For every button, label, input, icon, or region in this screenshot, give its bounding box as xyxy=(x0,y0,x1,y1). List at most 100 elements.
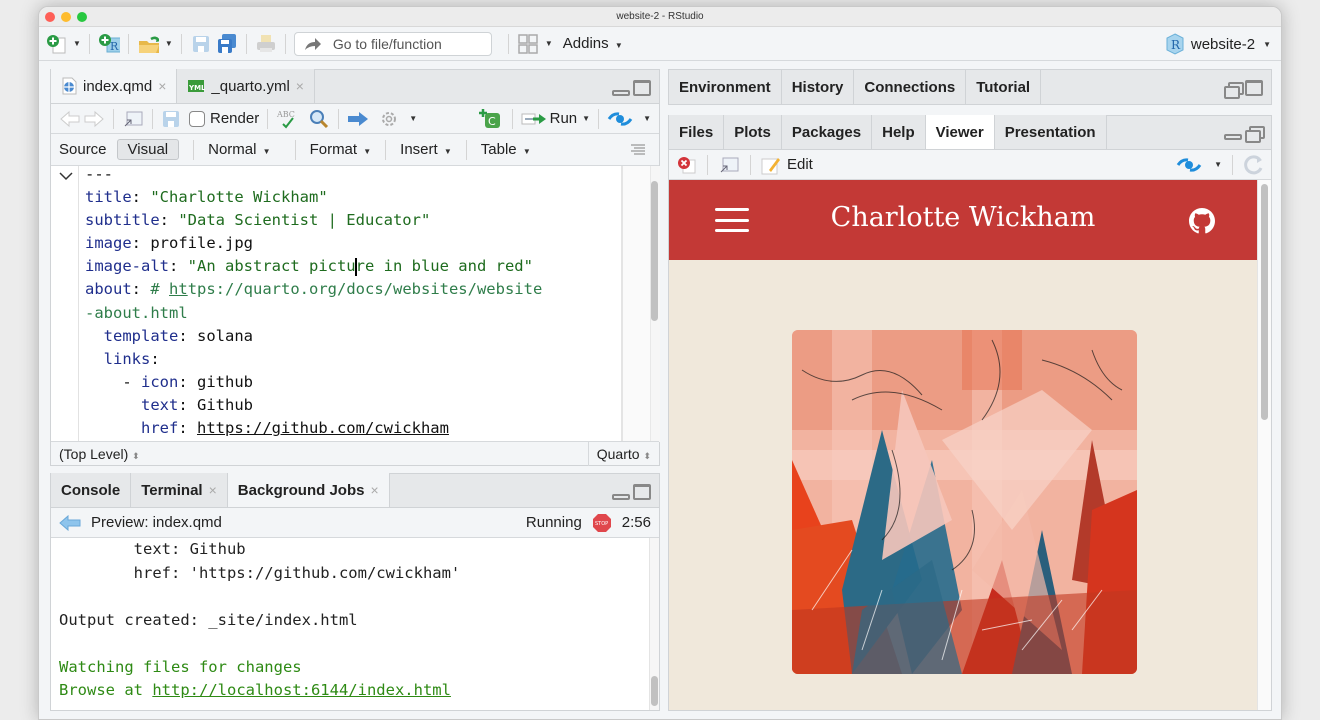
save-button[interactable] xyxy=(190,33,212,55)
goto-file-function-input[interactable]: Go to file/function xyxy=(293,31,492,56)
code-token: : xyxy=(131,188,151,207)
console-scrollbar[interactable] xyxy=(649,538,659,710)
open-file-button[interactable] xyxy=(137,33,159,55)
code-token: https://github.com/cwickham xyxy=(197,419,449,438)
tab-packages[interactable]: Packages xyxy=(781,115,873,149)
job-name: Preview: index.qmd xyxy=(91,514,222,531)
viewer-scrollbar[interactable] xyxy=(1257,180,1271,710)
open-file-dropdown[interactable]: ▼ xyxy=(165,39,173,48)
save-all-button[interactable] xyxy=(216,33,238,55)
tab-plots[interactable]: Plots xyxy=(724,115,782,149)
checkbox-box[interactable] xyxy=(189,110,205,127)
settings-gear-icon[interactable] xyxy=(379,109,399,129)
pane-layout-dropdown[interactable]: ▼ xyxy=(545,39,553,48)
maximize-pane-button[interactable] xyxy=(1245,80,1263,96)
edit-button[interactable]: Edit xyxy=(761,155,813,175)
code-token: about xyxy=(85,280,132,299)
svg-text:R: R xyxy=(1171,38,1181,52)
minimize-pane-button[interactable] xyxy=(612,494,630,500)
document-outline-icon[interactable] xyxy=(629,143,647,157)
pane-layout-button[interactable] xyxy=(517,33,539,55)
fold-chevron-icon[interactable] xyxy=(59,171,73,181)
format-menu[interactable]: Format ▼ xyxy=(310,141,372,158)
print-button[interactable] xyxy=(255,33,277,55)
tab-history[interactable]: History xyxy=(781,70,855,104)
save-icon xyxy=(192,35,209,52)
close-tab-icon[interactable]: × xyxy=(296,78,304,94)
svg-text:R: R xyxy=(110,40,119,53)
close-tab-icon[interactable]: × xyxy=(209,482,217,498)
tab-terminal[interactable]: Terminal × xyxy=(131,473,228,507)
insert-menu[interactable]: Insert ▼ xyxy=(400,141,452,158)
tab-quarto-yml[interactable]: YML _quarto.yml × xyxy=(177,69,315,103)
open-folder-icon xyxy=(138,36,159,53)
tab-console[interactable]: Console xyxy=(51,473,132,507)
publish-dropdown[interactable]: ▼ xyxy=(643,114,651,123)
maximize-pane-button[interactable] xyxy=(633,80,651,96)
run-button[interactable]: Run ▼ xyxy=(521,110,590,127)
editor-scroll-thumb[interactable] xyxy=(651,181,658,321)
code-tools-icon[interactable] xyxy=(347,110,371,128)
scope-selector[interactable]: (Top Level) ⬍ xyxy=(59,446,140,462)
tab-index-qmd[interactable]: index.qmd × xyxy=(51,69,178,103)
stop-job-icon[interactable]: STOP xyxy=(592,513,612,533)
new-file-button[interactable] xyxy=(45,33,67,55)
viewer-frame[interactable]: Charlotte Wickham xyxy=(669,180,1257,710)
save-icon[interactable] xyxy=(161,109,181,129)
insert-chunk-icon[interactable]: C xyxy=(478,108,504,130)
publish-icon[interactable] xyxy=(1176,156,1202,174)
code-token: re in blue and red" xyxy=(355,257,533,276)
restore-pane-button[interactable] xyxy=(1224,82,1244,99)
find-replace-icon[interactable] xyxy=(308,108,330,130)
viewer-pane: Files Plots Packages Help Viewer Present… xyxy=(668,115,1272,711)
publish-icon[interactable] xyxy=(607,110,633,128)
code-editor[interactable]: --- title: "Charlotte Wickham" subtitle: "… xyxy=(51,165,621,442)
back-forward-icon[interactable] xyxy=(59,110,105,128)
paragraph-style-menu[interactable]: Normal ▼ xyxy=(208,141,270,158)
source-mode-button[interactable]: Source xyxy=(59,141,107,158)
code-token: href xyxy=(85,419,179,438)
new-project-button[interactable]: R xyxy=(98,33,120,55)
show-in-window-icon[interactable] xyxy=(122,110,144,128)
tab-background-jobs[interactable]: Background Jobs × xyxy=(227,473,390,507)
tab-files[interactable]: Files xyxy=(669,115,725,149)
close-tab-icon[interactable]: × xyxy=(370,482,378,498)
render-on-save-checkbox[interactable]: Render xyxy=(189,110,259,127)
project-menu[interactable]: R website-2 ▼ xyxy=(1165,33,1271,55)
source-toolbar: Render ABC ▼ C Run ▼ ▼ xyxy=(51,104,659,134)
spellcheck-icon[interactable]: ABC xyxy=(276,108,300,130)
clear-viewer-icon[interactable] xyxy=(677,156,697,174)
tab-environment[interactable]: Environment xyxy=(669,70,782,104)
back-arrow-icon[interactable] xyxy=(59,514,81,531)
console-scroll-thumb[interactable] xyxy=(651,676,658,706)
source-pane: index.qmd × YML _quarto.yml × Render ABC… xyxy=(50,69,660,466)
new-file-dropdown[interactable]: ▼ xyxy=(73,39,81,48)
tab-connections[interactable]: Connections xyxy=(854,70,967,104)
visual-mode-button[interactable]: Visual xyxy=(116,139,180,160)
addins-menu[interactable]: Addins ▼ xyxy=(563,35,623,52)
tab-tutorial[interactable]: Tutorial xyxy=(966,70,1042,104)
tab-presentation[interactable]: Presentation xyxy=(994,115,1107,149)
maximize-pane-button[interactable] xyxy=(633,484,651,500)
settings-dropdown[interactable]: ▼ xyxy=(409,114,417,123)
minimize-pane-button[interactable] xyxy=(1224,134,1242,140)
refresh-icon[interactable] xyxy=(1243,154,1265,176)
minimize-pane-button[interactable] xyxy=(612,90,630,96)
viewer-scroll-thumb[interactable] xyxy=(1261,184,1268,420)
tab-viewer[interactable]: Viewer xyxy=(925,115,995,149)
github-icon[interactable] xyxy=(1189,208,1215,234)
abstract-artwork xyxy=(792,330,1137,674)
localhost-link[interactable]: http://localhost:6144/index.html xyxy=(152,681,451,699)
language-selector[interactable]: Quarto ⬍ xyxy=(597,446,651,462)
site-title[interactable]: Charlotte Wickham xyxy=(669,202,1257,233)
editor-scrollbar[interactable] xyxy=(621,166,660,442)
table-menu[interactable]: Table ▼ xyxy=(481,141,531,158)
close-tab-icon[interactable]: × xyxy=(158,78,166,94)
site-navbar: Charlotte Wickham xyxy=(669,180,1257,260)
show-in-window-icon[interactable] xyxy=(718,156,740,174)
tab-help[interactable]: Help xyxy=(872,115,926,149)
restore-pane-button[interactable] xyxy=(1245,126,1265,143)
publish-dropdown[interactable]: ▼ xyxy=(1214,160,1222,169)
